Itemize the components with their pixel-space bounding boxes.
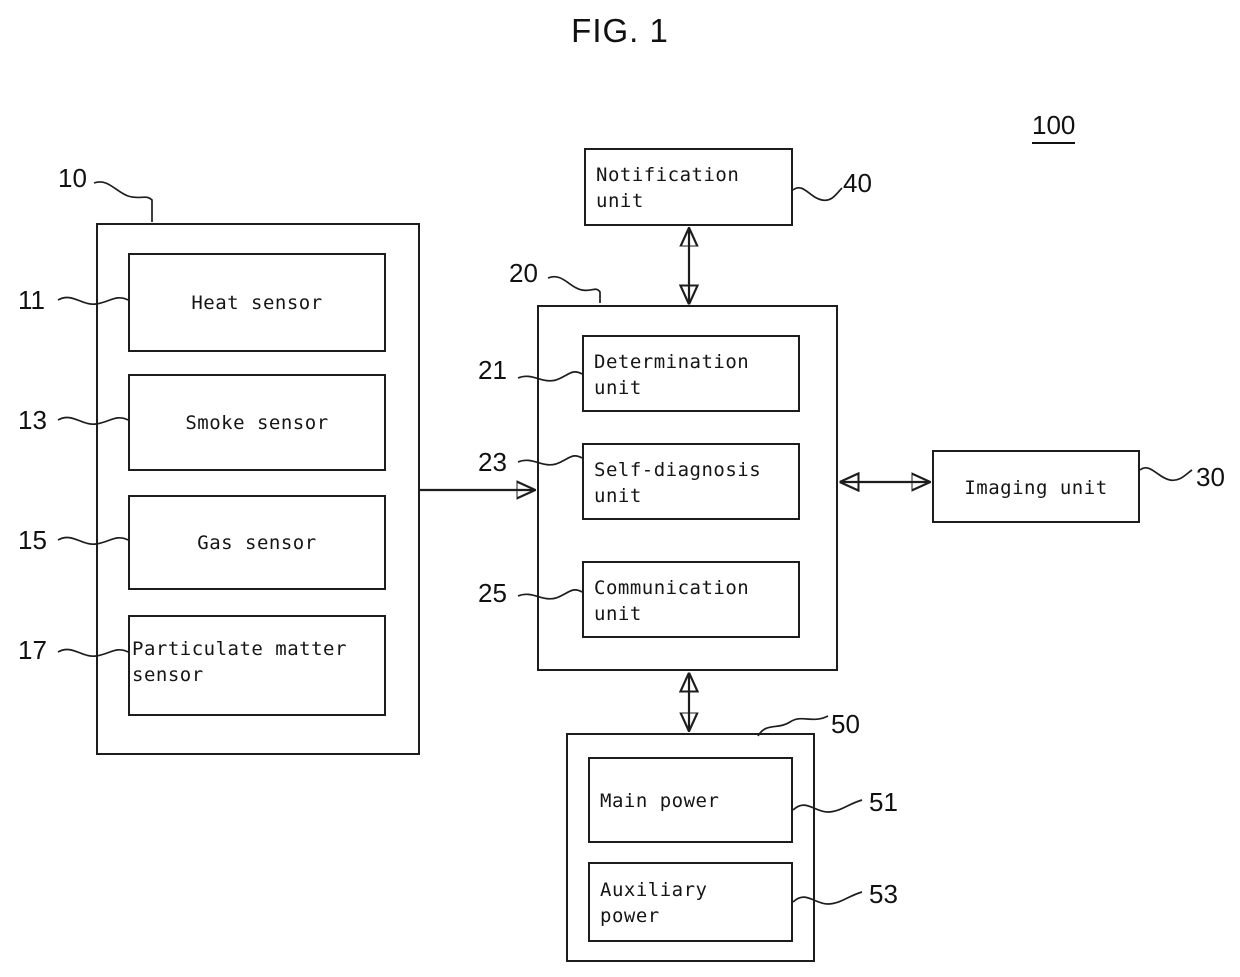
gas-sensor-label: Gas sensor [197,532,317,554]
main-power-box: Main power [588,757,793,843]
reference-25: 25 [478,578,507,608]
main-power-label: Main power [600,790,720,812]
reference-51: 51 [869,787,898,817]
reference-20: 20 [509,258,538,288]
auxiliary-power-box: Auxiliary power [588,862,793,942]
leader-line-10 [93,181,153,222]
particulate-matter-sensor-box: Particulate matter sensor [128,615,386,716]
communication-unit-box: Communication unit [582,561,800,638]
heat-sensor-label: Heat sensor [191,292,323,314]
self-diagnosis-unit-label: Self-diagnosis unit [594,459,762,507]
system-reference-100: 100 [1032,110,1076,144]
imaging-unit-label: Imaging unit [964,477,1108,499]
heat-sensor-box: Heat sensor [128,253,386,352]
smoke-sensor-label: Smoke sensor [185,412,329,434]
gas-sensor-box: Gas sensor [128,495,386,590]
smoke-sensor-box: Smoke sensor [128,374,386,471]
particulate-matter-sensor-label: Particulate matter sensor [132,638,347,686]
reference-10: 10 [58,163,87,193]
reference-30: 30 [1196,462,1225,492]
leader-line-40 [792,187,843,202]
determination-unit-label: Determination unit [594,351,750,399]
auxiliary-power-label: Auxiliary power [600,879,708,927]
reference-50: 50 [831,709,860,739]
reference-11: 11 [18,285,45,315]
reference-15: 15 [18,525,47,555]
reference-17: 17 [18,635,47,665]
leader-line-30 [1139,467,1193,482]
figure-title: FIG. 1 [571,12,669,49]
notification-unit-box: Notification unit [584,148,793,226]
determination-unit-box: Determination unit [582,335,800,412]
communication-unit-label: Communication unit [594,577,750,625]
reference-40: 40 [843,168,872,198]
notification-unit-label: Notification unit [596,164,740,212]
reference-53: 53 [869,879,898,909]
self-diagnosis-unit-box: Self-diagnosis unit [582,443,800,520]
reference-23: 23 [478,447,507,477]
patent-figure: FIG. 1 100 10 11 Heat sensor 13 Smoke se… [0,0,1240,977]
reference-21: 21 [478,355,507,385]
reference-13: 13 [18,405,47,435]
leader-line-20 [547,275,601,303]
imaging-unit-box: Imaging unit [932,450,1140,523]
